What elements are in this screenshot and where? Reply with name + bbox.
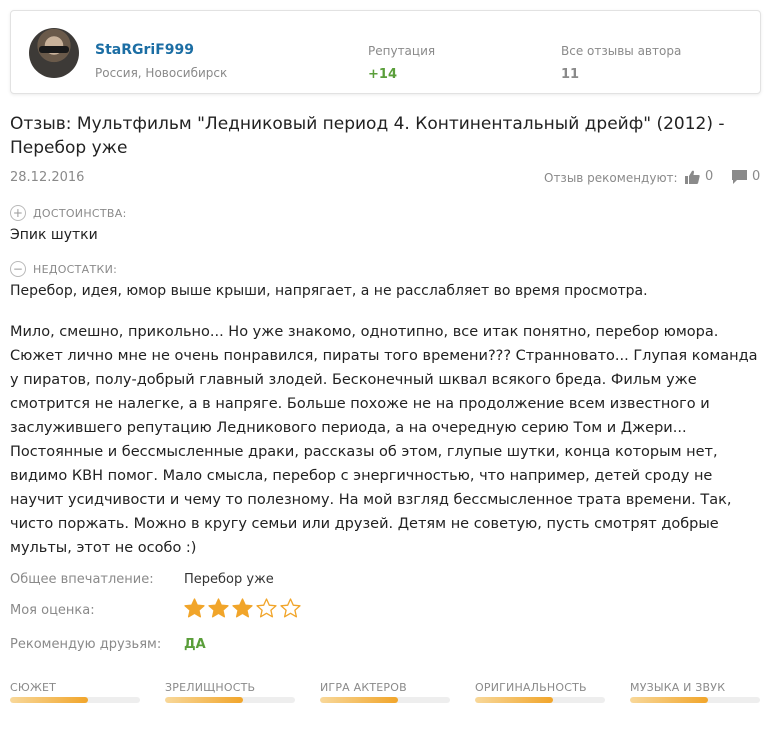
criterion-bar-fill [475,697,553,703]
criterion-label: ЗРЕЛИЩНОСТЬ [165,681,256,694]
recommend-friends-label: Рекомендую друзьям: [10,637,162,652]
criterion-item: ИГРА АКТЕРОВ [320,681,450,703]
recommend-label: Отзыв рекомендуют: [544,171,678,185]
criterion-item: ЗРЕЛИЩНОСТЬ [165,681,295,703]
criterion-bar-fill [10,697,88,703]
likes-count: 0 [705,169,714,184]
comment-icon [732,169,747,184]
reputation-value: +14 [368,67,397,82]
criterion-item: СЮЖЕТ [10,681,140,703]
star-filled-icon [184,598,205,618]
pros-heading: + ДОСТОИНСТВА: [10,205,127,221]
criterion-bar-fill [630,697,708,703]
impression-value: Перебор уже [184,572,274,587]
review-date: 28.12.2016 [10,170,85,185]
thumbs-up-icon [685,170,700,184]
criterion-bar-fill [320,697,398,703]
author-location: Россия, Новосибирск [95,66,228,80]
rating-label: Моя оценка: [10,603,95,618]
criterion-label: МУЗЫКА И ЗВУК [630,681,726,694]
author-card: StaRGriF999 Россия, Новосибирск Репутаци… [10,10,761,94]
criterion-bar [320,697,450,703]
like-button[interactable]: 0 [685,169,713,184]
review-title: Отзыв: Мультфильм "Ледниковый период 4. … [10,114,725,158]
comments-button[interactable]: 0 [732,169,760,184]
criterion-bar [475,697,605,703]
criterion-bar [630,697,760,703]
criterion-label: ИГРА АКТЕРОВ [320,681,407,694]
criterion-item: ОРИГИНАЛЬНОСТЬ [475,681,605,703]
criterion-item: МУЗЫКА И ЗВУК [630,681,760,703]
star-empty-icon [256,598,277,618]
reputation-label: Репутация [368,44,436,58]
cons-label: НЕДОСТАТКИ: [33,262,118,276]
comments-count: 0 [752,169,761,184]
minus-icon: − [10,261,26,277]
criterion-bar-fill [165,697,243,703]
star-empty-icon [280,598,301,618]
author-name-link[interactable]: StaRGriF999 [95,42,194,58]
cons-text: Перебор, идея, юмор выше крыши, напрягае… [10,283,648,299]
rating-stars [184,598,301,619]
review-body: Мило, смешно, прикольно... Но уже знаком… [10,324,758,556]
cons-heading: − НЕДОСТАТКИ: [10,261,117,277]
criterion-bar [165,697,295,703]
criteria-ratings: СЮЖЕТ ЗРЕЛИЩНОСТЬ ИГРА АКТЕРОВ ОРИГИНАЛЬНОС… [10,681,762,703]
recommend-friends-value: ДА [184,637,206,652]
plus-icon: + [10,205,26,221]
pros-label: ДОСТОИНСТВА: [33,206,127,220]
impression-label: Общее впечатление: [10,572,154,587]
author-reviews-label[interactable]: Все отзывы автора [561,44,681,58]
avatar[interactable] [29,28,79,78]
criterion-bar [10,697,140,703]
author-reviews-count[interactable]: 11 [561,67,579,82]
criterion-label: ОРИГИНАЛЬНОСТЬ [475,681,587,694]
star-filled-icon [232,598,253,618]
star-filled-icon [208,598,229,618]
criterion-label: СЮЖЕТ [10,681,57,694]
pros-text: Эпик шутки [10,227,98,243]
